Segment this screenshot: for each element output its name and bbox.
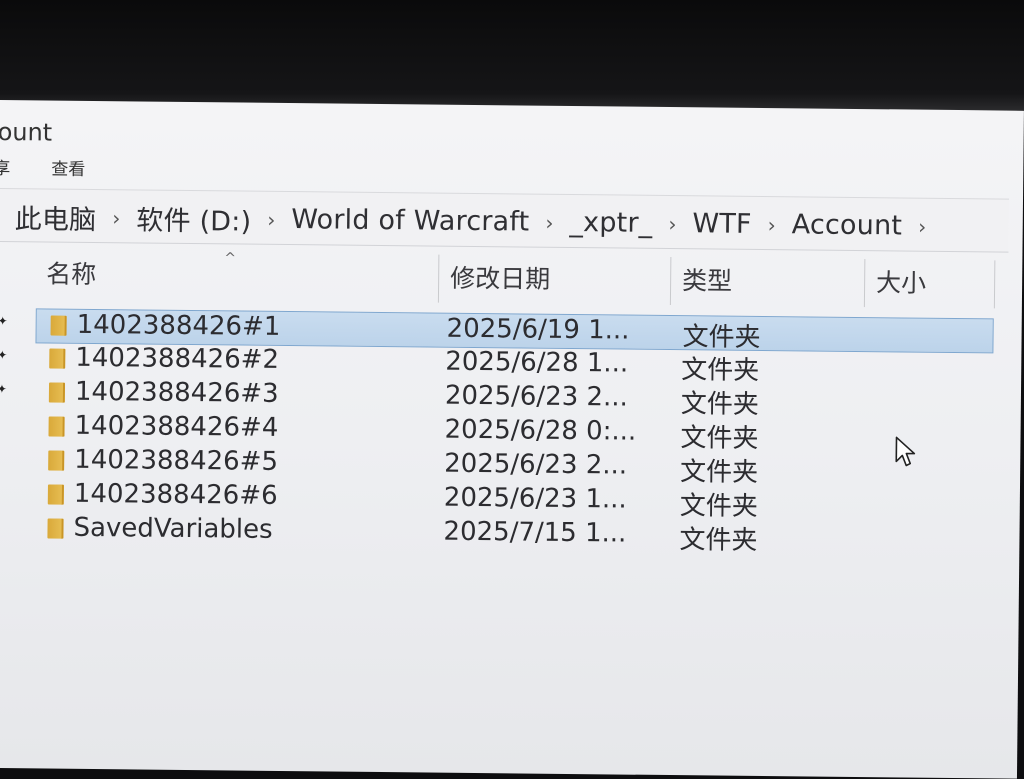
file-date: 2025/6/28 1... [445,346,629,379]
monitor-bezel [0,0,1024,110]
file-name: 1402388426#6 [73,478,278,511]
window-title: ount [0,117,53,147]
file-name: SavedVariables [73,512,273,545]
column-header-row: 名称 修改日期 类型 大小 [0,250,998,309]
folder-icon [48,382,66,403]
breadcrumb-account[interactable]: Account [792,209,903,241]
pin-icon: ✦ [0,347,8,363]
column-divider[interactable] [993,260,996,309]
column-header-size[interactable]: 大小 [876,263,926,300]
file-type: 文件夹 [679,457,759,488]
column-header-name[interactable]: 名称 [46,254,96,291]
file-type: 文件夹 [679,525,758,556]
breadcrumb-xptr[interactable]: _xptr_ [569,207,652,239]
title-bar: ount [0,110,400,154]
column-divider[interactable] [863,259,866,308]
file-type: 文件夹 [680,423,759,454]
mouse-pointer-icon [895,436,916,467]
folder-icon [48,416,65,437]
column-divider[interactable] [669,257,672,306]
file-list: 1402388426#1 2025/6/19 1... 文件夹 14023884… [0,308,998,556]
pin-icon: ✦ [0,381,8,397]
folder-icon [50,315,67,336]
file-name: 1402388426#4 [74,410,279,443]
chevron-right-icon[interactable]: › [112,206,120,230]
chevron-right-icon[interactable]: › [668,212,676,236]
chevron-right-icon[interactable]: › [267,207,275,231]
file-date: 2025/6/23 1... [443,482,627,515]
tab-view[interactable]: 查看 [51,155,85,180]
chevron-right-icon[interactable]: › [545,210,553,234]
file-date: 2025/6/28 0:... [444,414,637,447]
pin-icon: ✦ [0,313,8,329]
folder-icon [49,348,66,369]
breadcrumb-world-of-warcraft[interactable]: World of Warcraft [291,204,529,237]
navigation-pane-edge: ✦ ✦ ✦ [0,300,12,460]
file-date: 2025/6/23 2... [444,380,628,413]
ribbon-tabs: 享 查看 [0,150,599,190]
file-type: 文件夹 [679,491,758,522]
file-name: 1402388426#5 [74,444,279,477]
column-header-type[interactable]: 类型 [682,261,732,298]
breadcrumb-drive-d[interactable]: 软件 (D:) [136,198,251,238]
file-explorer-window: ount 享 查看 此电脑 › 软件 (D:) › World of Warcr… [0,100,1024,779]
folder-icon [47,484,64,505]
folder-icon [47,518,64,539]
breadcrumb-this-pc[interactable]: 此电脑 [15,197,97,237]
file-name: 1402388426#2 [75,342,280,375]
file-date: 2025/6/19 1... [446,313,630,346]
chevron-right-icon[interactable]: › [918,214,926,238]
file-name: 1402388426#1 [76,309,281,342]
address-bar[interactable]: 此电脑 › 软件 (D:) › World of Warcraft › _xpt… [0,187,1010,253]
file-type: 文件夹 [681,355,760,386]
file-date: 2025/6/23 2... [444,448,628,481]
breadcrumb-wtf[interactable]: WTF [692,208,752,240]
breadcrumb: 此电脑 › 软件 (D:) › World of Warcraft › _xpt… [15,197,943,246]
chevron-right-icon[interactable]: › [768,213,776,237]
file-name: 1402388426#3 [74,376,279,409]
column-header-date[interactable]: 修改日期 [450,259,550,296]
file-date: 2025/7/15 1... [443,516,627,549]
folder-icon [48,450,65,471]
tab-share[interactable]: 享 [0,154,10,179]
file-type: 文件夹 [680,389,760,420]
column-divider[interactable] [437,254,440,303]
